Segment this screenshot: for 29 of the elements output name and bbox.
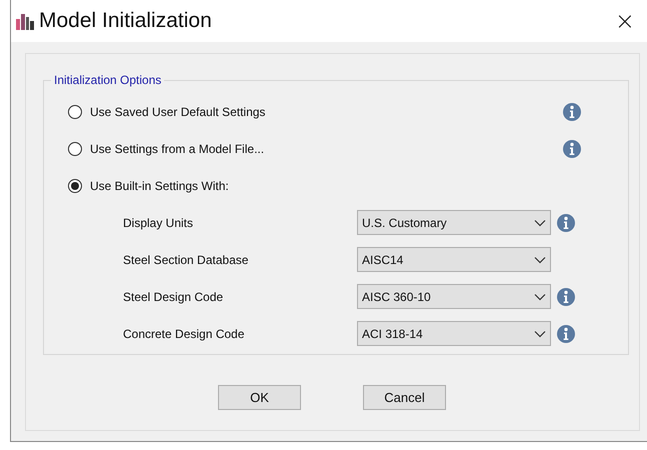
info-icon[interactable] — [562, 138, 582, 158]
caret-icon — [534, 256, 546, 264]
info-icon[interactable] — [556, 212, 576, 232]
group-title: Initialization Options — [53, 73, 162, 87]
close-button[interactable]: × — [610, 7, 639, 35]
caret-icon — [534, 330, 546, 338]
info-icon[interactable] — [556, 324, 576, 344]
dialog-button[interactable]: Cancel — [363, 385, 446, 410]
info-icon[interactable] — [562, 102, 582, 122]
dropdown[interactable]: AISC 360-10 — [357, 284, 551, 309]
radio-button[interactable] — [68, 104, 82, 118]
dialog-button[interactable]: OK — [218, 385, 301, 410]
setting-label: Steel Section Database — [123, 252, 250, 266]
radio-button[interactable] — [68, 142, 82, 156]
setting-label: Concrete Design Code — [123, 326, 246, 340]
caret-icon — [534, 218, 546, 226]
window-title: Model Initialization — [39, 9, 213, 33]
option-label: Use Settings from a Model File... — [90, 142, 266, 156]
option-label: Use Built-in Settings With: — [90, 178, 230, 192]
setting-label: Display Units — [123, 216, 194, 230]
dropdown[interactable]: AISC14 — [357, 247, 551, 272]
info-icon[interactable] — [556, 286, 576, 306]
dropdown[interactable]: ACI 318-14 — [357, 321, 551, 346]
app-icon — [15, 11, 35, 31]
radio-button[interactable] — [68, 178, 82, 192]
caret-icon — [534, 292, 546, 300]
option-label: Use Saved User Default Settings — [90, 104, 266, 118]
setting-label: Steel Design Code — [123, 290, 224, 304]
dropdown[interactable]: U.S. Customary — [357, 210, 551, 235]
